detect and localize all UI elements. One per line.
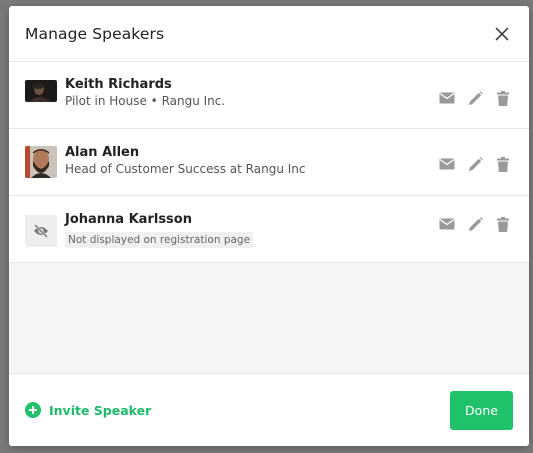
trash-icon [497,156,509,172]
speaker-name: Alan Allen [65,145,140,160]
hidden-note-badge: Not displayed on registration page [65,231,254,248]
edit-speaker-button[interactable] [467,90,483,106]
delete-speaker-button[interactable] [495,156,511,172]
speaker-row: Alan Allen Head of Customer Success at R… [9,129,529,196]
speaker-info: Johanna Karlsson Not displayed on regist… [65,211,254,248]
pencil-icon [468,216,483,231]
email-speaker-button[interactable] [439,90,455,106]
eye-off-icon [34,224,48,238]
speaker-name: Johanna Karlsson [65,211,192,227]
delete-speaker-button[interactable] [495,90,511,106]
avatar-hidden [25,215,57,247]
edit-speaker-button[interactable] [467,156,483,172]
empty-list-area [9,263,529,373]
plus-circle-icon [25,402,41,418]
close-button[interactable] [493,25,511,43]
speaker-list: Keith Richards Pilot in House • Rangu In… [9,62,529,263]
edit-speaker-button[interactable] [467,216,483,232]
mail-icon [439,158,455,170]
mail-icon [439,218,455,230]
delete-speaker-button[interactable] [495,216,511,232]
row-actions [427,216,511,232]
invite-speaker-button[interactable]: Invite Speaker [25,402,151,418]
trash-icon [497,90,509,106]
modal-footer: Invite Speaker Done [9,373,529,446]
email-speaker-button[interactable] [439,216,455,232]
speaker-row: Johanna Karlsson Not displayed on regist… [9,196,529,263]
manage-speakers-modal: Manage Speakers Keith Richards Pilot in … [9,6,529,446]
avatar [25,146,57,178]
speaker-row: Keith Richards Pilot in House • Rangu In… [9,62,529,129]
speaker-info: Keith Richards Pilot in House • Rangu In… [65,76,225,110]
speaker-name: Keith Richards [65,77,172,92]
pencil-icon [468,156,483,171]
done-button[interactable]: Done [450,391,513,430]
row-actions [427,90,511,106]
mail-icon [439,92,455,104]
modal-title: Manage Speakers [25,24,165,43]
pencil-icon [468,90,483,105]
speaker-info: Alan Allen Head of Customer Success at R… [65,144,305,178]
speaker-title: Pilot in House • Rangu Inc. [65,94,226,108]
avatar [25,80,57,102]
trash-icon [497,216,509,232]
speaker-title: Head of Customer Success at Rangu Inc [65,162,306,176]
invite-speaker-label: Invite Speaker [49,402,152,418]
modal-header: Manage Speakers [9,6,529,62]
close-icon [495,27,509,41]
row-actions [427,156,511,172]
email-speaker-button[interactable] [439,156,455,172]
